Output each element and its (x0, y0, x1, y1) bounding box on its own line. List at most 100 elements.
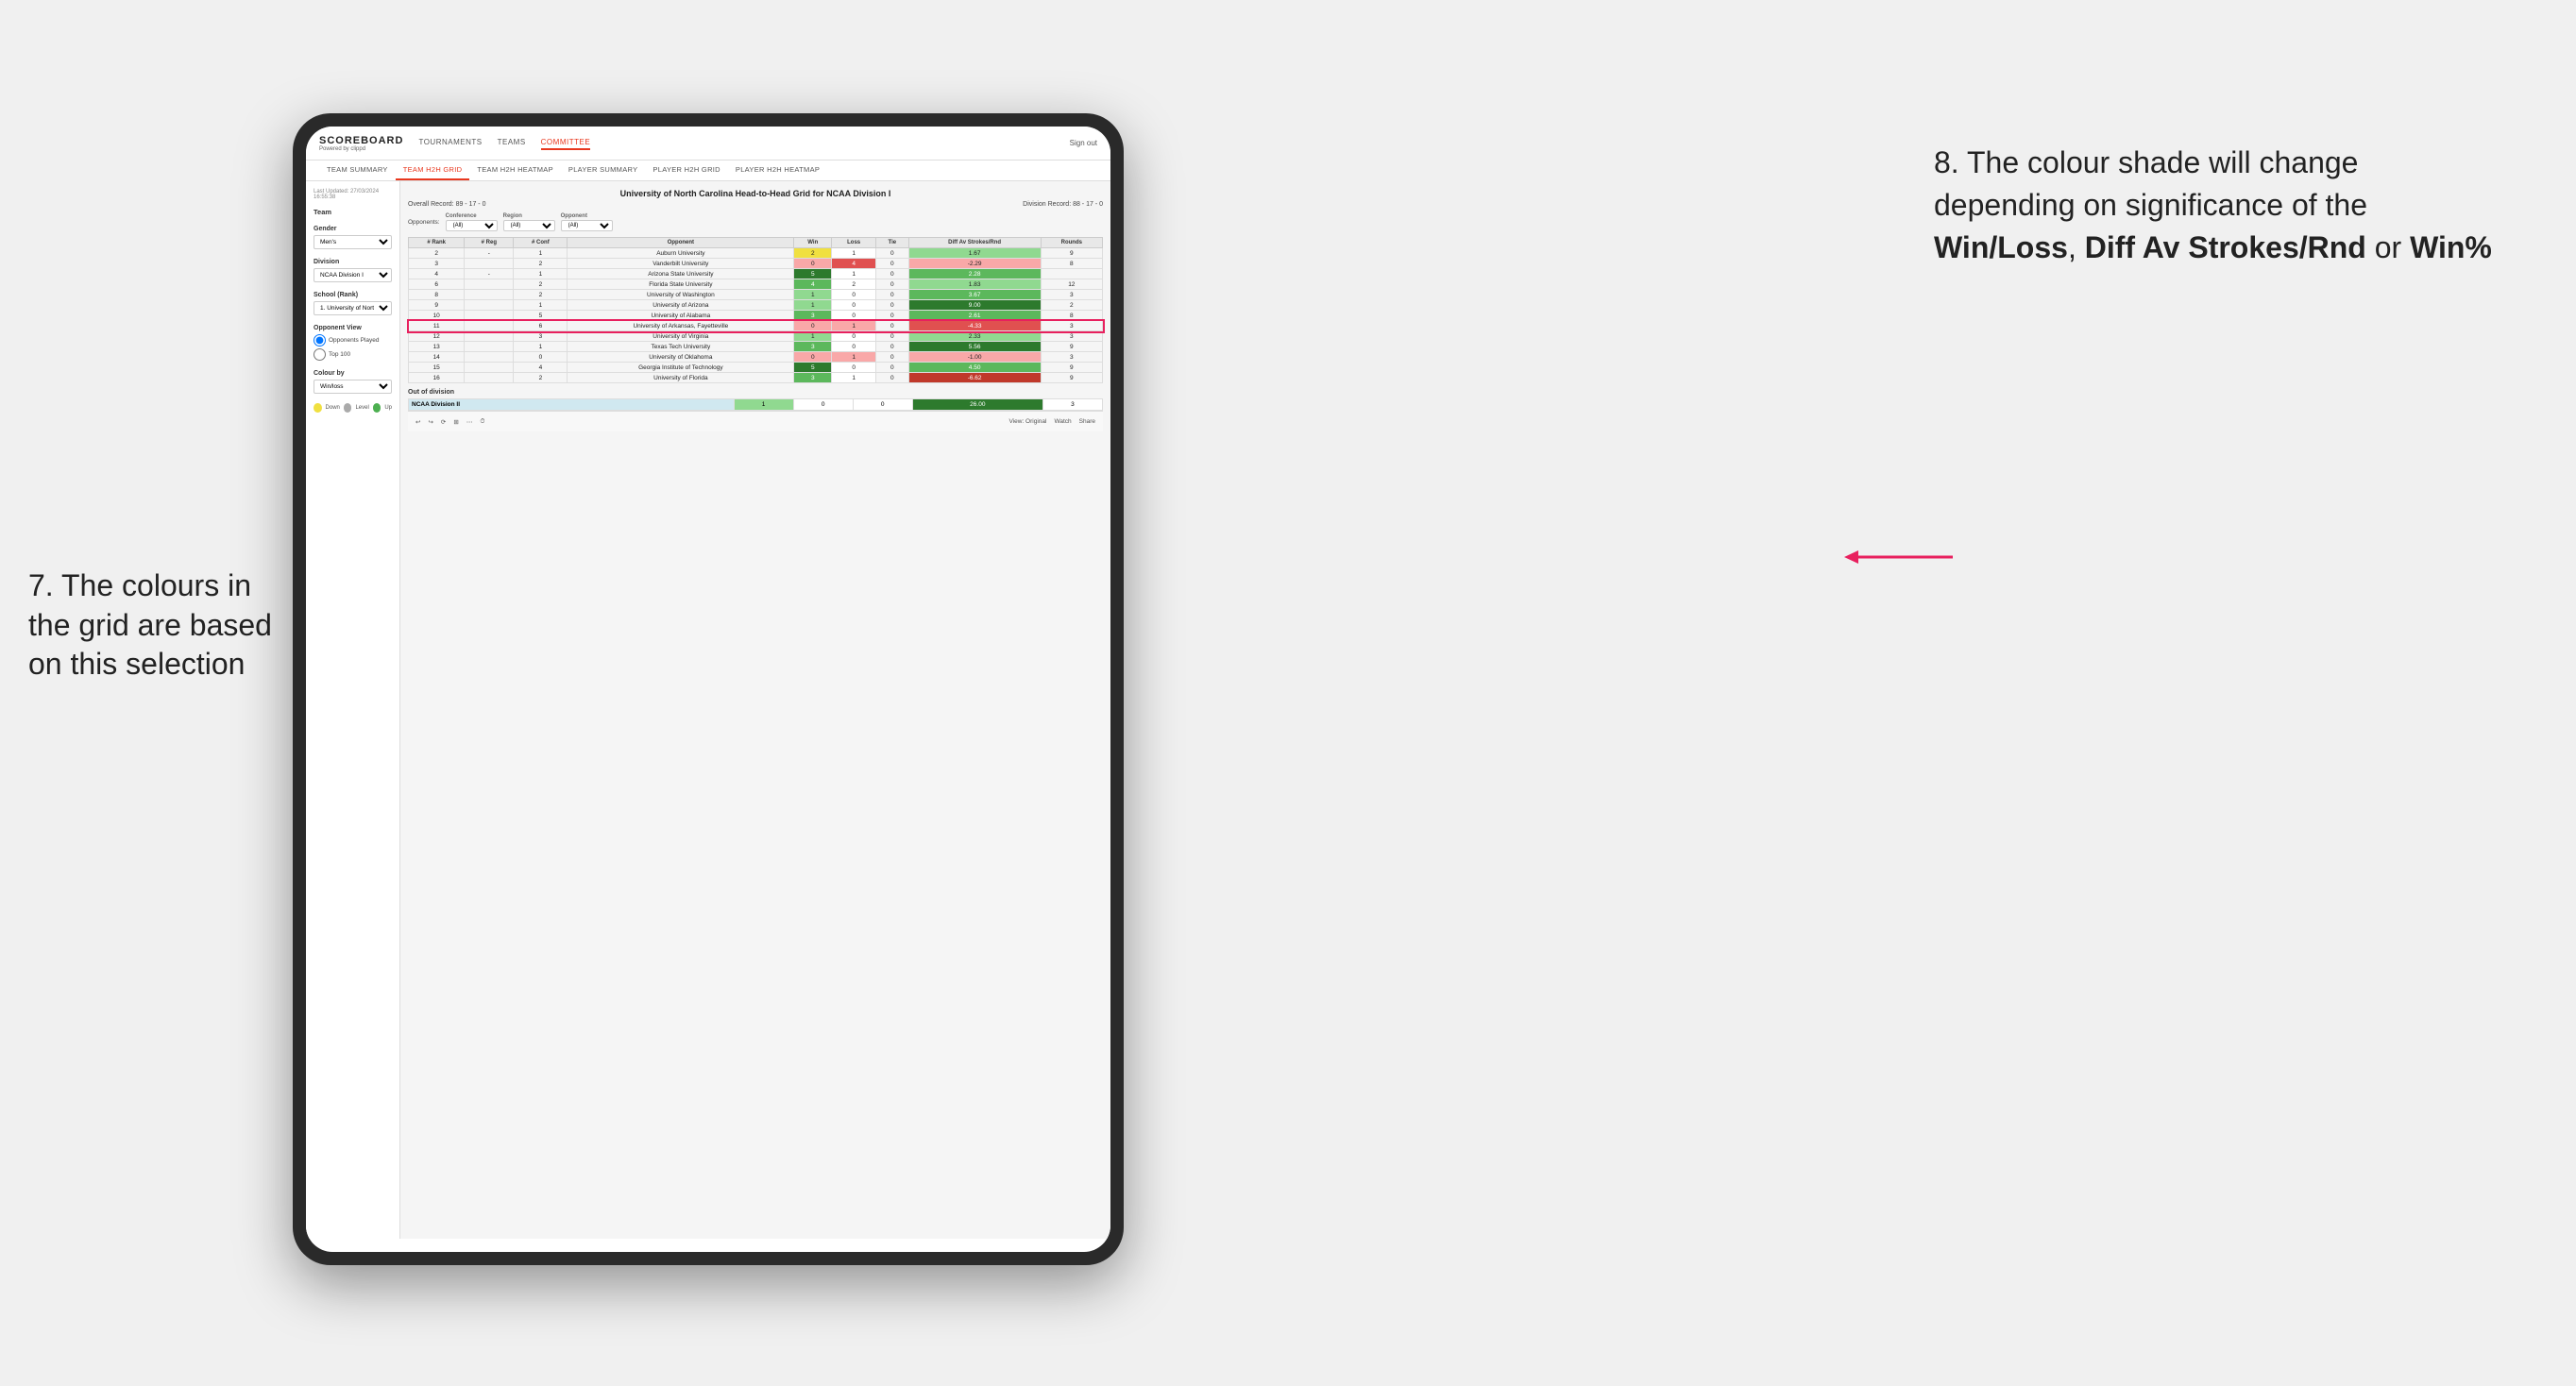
cell-tie: 0 (876, 331, 909, 342)
subnav-team-summary[interactable]: TEAM SUMMARY (319, 161, 396, 180)
out-div-name: NCAA Division II (409, 399, 735, 411)
nav-committee[interactable]: COMMITTEE (541, 136, 591, 150)
cell-opponent: Georgia Institute of Technology (568, 363, 794, 373)
cell-rounds: 3 (1041, 321, 1102, 331)
opponent-view-radios: Opponents Played Top 100 (314, 334, 392, 361)
toolbar-paste[interactable]: ⋯ (466, 418, 473, 426)
table-row: 2 - 1 Auburn University 2 1 0 1.67 9 (409, 248, 1103, 259)
cell-tie: 0 (876, 363, 909, 373)
bottom-toolbar: ↩ ↪ ⟳ ⊞ ⋯ ⏱ View: Original Watch Share (408, 411, 1103, 431)
cell-loss: 0 (832, 331, 876, 342)
gender-select[interactable]: Men's (314, 235, 392, 249)
cell-rounds: 9 (1041, 373, 1102, 383)
table-row: 8 2 University of Washington 1 0 0 3.67 … (409, 290, 1103, 300)
table-row: 14 0 University of Oklahoma 0 1 0 -1.00 … (409, 352, 1103, 363)
cell-win: 1 (794, 331, 832, 342)
subnav-player-summary[interactable]: PLAYER SUMMARY (561, 161, 646, 180)
grid-records: Overall Record: 89 - 17 - 0 Division Rec… (408, 201, 1103, 208)
cell-loss: 1 (832, 373, 876, 383)
toolbar-watch[interactable]: Watch (1054, 418, 1071, 425)
logo-title: SCOREBOARD (319, 135, 403, 146)
opponent-select[interactable]: (All) (561, 220, 613, 231)
table-header-row: # Rank # Reg # Conf Opponent Win Loss Ti… (409, 238, 1103, 248)
tablet-screen: SCOREBOARD Powered by clippd TOURNAMENTS… (306, 127, 1110, 1252)
toolbar-clock[interactable]: ⏱ (480, 418, 484, 426)
radio-opponents-played[interactable]: Opponents Played (314, 334, 392, 346)
colour-by-select[interactable]: Win/loss (314, 380, 392, 394)
cell-conf: 2 (514, 373, 568, 383)
toolbar-share[interactable]: Share (1079, 418, 1095, 425)
cell-diff: 2.61 (908, 311, 1041, 321)
cell-reg (465, 352, 514, 363)
out-div-tie: 0 (853, 399, 912, 411)
cell-rank: 8 (409, 290, 465, 300)
cell-diff: -1.00 (908, 352, 1041, 363)
col-reg: # Reg (465, 238, 514, 248)
col-loss: Loss (832, 238, 876, 248)
cell-conf: 1 (514, 300, 568, 311)
cell-win: 3 (794, 342, 832, 352)
annotation-left: 7. The colours in the grid are based on … (28, 566, 293, 685)
out-div-win: 1 (734, 399, 793, 411)
cell-opponent: University of Arizona (568, 300, 794, 311)
cell-loss: 4 (832, 259, 876, 269)
school-select[interactable]: 1. University of Nort... (314, 301, 392, 315)
cell-opponent: University of Oklahoma (568, 352, 794, 363)
cell-conf: 0 (514, 352, 568, 363)
colour-by-section: Colour by Win/loss (314, 370, 392, 394)
colour-by-label: Colour by (314, 370, 392, 377)
cell-rounds: 3 (1041, 352, 1102, 363)
logo-subtitle: Powered by clippd (319, 146, 403, 152)
toolbar-undo[interactable]: ↩ (415, 418, 420, 426)
toolbar-forward[interactable]: ⟳ (441, 418, 446, 426)
cell-diff: -4.33 (908, 321, 1041, 331)
cell-win: 0 (794, 321, 832, 331)
nav-tournaments[interactable]: TOURNAMENTS (418, 136, 482, 150)
h2h-table: # Rank # Reg # Conf Opponent Win Loss Ti… (408, 237, 1103, 383)
annotation-right: 8. The colour shade will change dependin… (1934, 142, 2500, 268)
cell-loss: 0 (832, 363, 876, 373)
col-rounds: Rounds (1041, 238, 1102, 248)
conference-select[interactable]: (All) (446, 220, 498, 231)
out-of-division-table: NCAA Division II 1 0 0 26.00 3 (408, 398, 1103, 411)
region-select[interactable]: (All) (503, 220, 555, 231)
cell-rank: 12 (409, 331, 465, 342)
nav-teams[interactable]: TEAMS (498, 136, 526, 150)
cell-reg (465, 321, 514, 331)
cell-opponent: University of Alabama (568, 311, 794, 321)
toolbar-copy[interactable]: ⊞ (453, 418, 458, 426)
cell-conf: 2 (514, 290, 568, 300)
cell-rank: 4 (409, 269, 465, 279)
cell-win: 4 (794, 279, 832, 290)
subnav-player-h2h-heatmap[interactable]: PLAYER H2H HEATMAP (728, 161, 827, 180)
cell-reg (465, 279, 514, 290)
cell-rank: 14 (409, 352, 465, 363)
opponents-label: Opponents: (408, 219, 440, 226)
cell-win: 5 (794, 269, 832, 279)
cell-conf: 6 (514, 321, 568, 331)
subnav-team-h2h-heatmap[interactable]: TEAM H2H HEATMAP (469, 161, 561, 180)
cell-diff: 3.67 (908, 290, 1041, 300)
subnav-team-h2h-grid[interactable]: TEAM H2H GRID (396, 161, 470, 180)
subnav-player-h2h-grid[interactable]: PLAYER H2H GRID (645, 161, 727, 180)
toolbar-redo[interactable]: ↪ (428, 418, 432, 426)
table-row: 9 1 University of Arizona 1 0 0 9.00 2 (409, 300, 1103, 311)
legend-down-dot (314, 403, 322, 413)
cell-win: 0 (794, 352, 832, 363)
table-row: 6 2 Florida State University 4 2 0 1.83 … (409, 279, 1103, 290)
cell-reg: - (465, 269, 514, 279)
cell-opponent: Florida State University (568, 279, 794, 290)
sign-out-link[interactable]: Sign out (1070, 139, 1097, 147)
cell-reg (465, 373, 514, 383)
division-select[interactable]: NCAA Division I (314, 268, 392, 282)
table-row: 16 2 University of Florida 3 1 0 -6.62 9 (409, 373, 1103, 383)
cell-diff: -2.29 (908, 259, 1041, 269)
main-content: Last Updated: 27/03/2024 16:55:38 Team G… (306, 181, 1110, 1239)
cell-conf: 1 (514, 342, 568, 352)
cell-tie: 0 (876, 300, 909, 311)
cell-opponent: University of Washington (568, 290, 794, 300)
cell-diff: 2.28 (908, 269, 1041, 279)
radio-top100[interactable]: Top 100 (314, 348, 392, 361)
col-diff: Diff Av Strokes/Rnd (908, 238, 1041, 248)
table-row: 13 1 Texas Tech University 3 0 0 5.56 9 (409, 342, 1103, 352)
